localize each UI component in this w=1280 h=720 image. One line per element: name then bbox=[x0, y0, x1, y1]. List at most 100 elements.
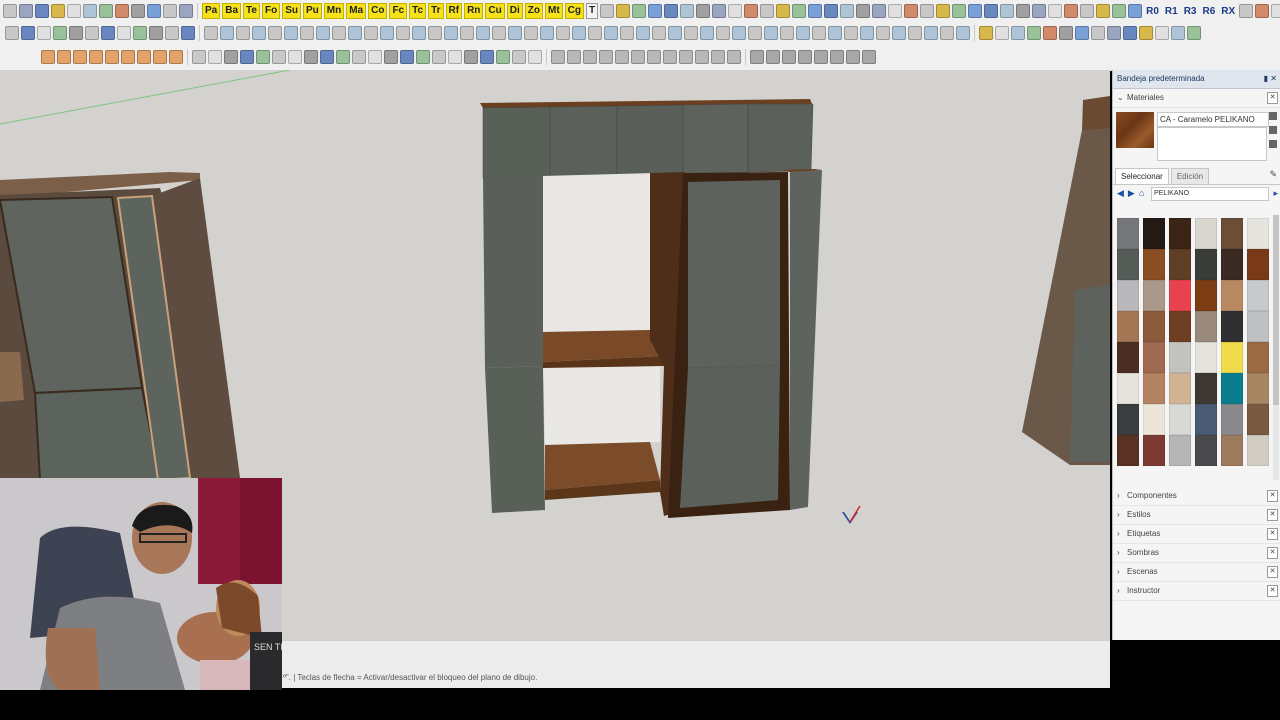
material-swatch[interactable] bbox=[1143, 280, 1165, 311]
toolbar-shortcut-button[interactable]: Zo bbox=[524, 3, 543, 19]
close-icon[interactable]: ✕ bbox=[1267, 509, 1278, 521]
toolbar-icon[interactable] bbox=[924, 26, 938, 40]
toolbar-icon[interactable] bbox=[1011, 26, 1025, 40]
toolbar-icon[interactable] bbox=[1187, 26, 1201, 40]
toolbar-icon[interactable] bbox=[1091, 26, 1105, 40]
toolbar-shortcut-button[interactable]: Rn bbox=[464, 3, 484, 19]
close-icon[interactable]: ✕ bbox=[1267, 547, 1278, 559]
toolbar-icon[interactable] bbox=[808, 4, 823, 18]
toolbar-icon[interactable] bbox=[240, 50, 254, 64]
toolbar-shortcut-button[interactable]: Mn bbox=[323, 3, 345, 19]
toolbar-icon[interactable] bbox=[1043, 26, 1057, 40]
toolbar-icon[interactable] bbox=[716, 26, 730, 40]
toolbar-icon[interactable] bbox=[336, 50, 350, 64]
toolbar-icon[interactable] bbox=[1048, 4, 1063, 18]
toolbar-icon[interactable] bbox=[844, 26, 858, 40]
toolbar-icon[interactable] bbox=[3, 4, 17, 18]
close-icon[interactable]: ✕ bbox=[1267, 92, 1278, 104]
toolbar-icon[interactable] bbox=[53, 26, 67, 40]
toolbar-icon[interactable] bbox=[236, 26, 250, 40]
material-swatch[interactable] bbox=[1117, 342, 1139, 373]
toolbar-icon[interactable] bbox=[830, 50, 844, 64]
toolbar-icon[interactable] bbox=[352, 50, 366, 64]
material-swatch[interactable] bbox=[1169, 404, 1191, 435]
material-swatch[interactable] bbox=[1195, 373, 1217, 404]
toolbar-icon[interactable] bbox=[1064, 4, 1079, 18]
material-swatch[interactable] bbox=[1195, 311, 1217, 342]
toolbar-icon[interactable] bbox=[1096, 4, 1111, 18]
toolbar-icon[interactable] bbox=[284, 26, 298, 40]
toolbar-icon[interactable] bbox=[37, 26, 51, 40]
section-sombras[interactable]: › Sombras ✕ bbox=[1113, 544, 1280, 563]
toolbar-icon[interactable] bbox=[1139, 26, 1153, 40]
toolbar-icon[interactable] bbox=[69, 26, 83, 40]
toolbar-r-button[interactable]: R3 bbox=[1184, 6, 1197, 17]
toolbar-icon[interactable] bbox=[51, 4, 65, 18]
toolbar-icon[interactable] bbox=[1000, 4, 1015, 18]
toolbar-icon[interactable] bbox=[268, 26, 282, 40]
material-swatch[interactable] bbox=[1143, 311, 1165, 342]
toolbar-icon[interactable] bbox=[583, 50, 597, 64]
material-swatch[interactable] bbox=[1143, 218, 1165, 249]
toolbar-r-button[interactable]: R6 bbox=[1203, 6, 1216, 17]
toolbar-icon[interactable] bbox=[1027, 26, 1041, 40]
toolbar-shortcut-button[interactable]: Te bbox=[243, 3, 260, 19]
sample-paint-icon[interactable] bbox=[1269, 140, 1277, 148]
toolbar-shortcut-button[interactable]: Tc bbox=[409, 3, 427, 19]
toolbar-icon[interactable] bbox=[727, 50, 741, 64]
toolbar-icon[interactable] bbox=[616, 4, 631, 18]
toolbar-icon[interactable] bbox=[1080, 4, 1095, 18]
toolbar-icon[interactable] bbox=[792, 4, 807, 18]
pin-icon[interactable]: ▮ ✕ bbox=[1264, 70, 1277, 88]
material-swatch[interactable] bbox=[1221, 218, 1243, 249]
material-swatch[interactable] bbox=[1247, 373, 1269, 404]
toolbar-icon[interactable] bbox=[872, 4, 887, 18]
material-swatch[interactable] bbox=[1221, 435, 1243, 466]
toolbar-icon[interactable] bbox=[728, 4, 743, 18]
material-swatch[interactable] bbox=[1195, 404, 1217, 435]
toolbar-shortcut-button[interactable]: Di bbox=[506, 3, 523, 19]
toolbar-icon[interactable] bbox=[764, 26, 778, 40]
material-swatch[interactable] bbox=[1169, 280, 1191, 311]
material-swatch[interactable] bbox=[1221, 249, 1243, 280]
material-swatch[interactable] bbox=[1117, 435, 1139, 466]
toolbar-icon[interactable] bbox=[1171, 26, 1185, 40]
toolbar-icon[interactable] bbox=[700, 26, 714, 40]
material-swatch[interactable] bbox=[1247, 435, 1269, 466]
toolbar-shortcut-button[interactable]: Rf bbox=[445, 3, 463, 19]
toolbar-icon[interactable] bbox=[57, 50, 71, 64]
toolbar-icon[interactable] bbox=[133, 26, 147, 40]
toolbar-icon[interactable] bbox=[528, 50, 542, 64]
toolbar-icon[interactable] bbox=[796, 26, 810, 40]
material-swatch[interactable] bbox=[1117, 280, 1139, 311]
toolbar-icon[interactable] bbox=[860, 26, 874, 40]
material-swatch[interactable] bbox=[1117, 404, 1139, 435]
toolbar-shortcut-button[interactable]: Cu bbox=[485, 3, 505, 19]
toolbar-icon[interactable] bbox=[73, 50, 87, 64]
toolbar-icon[interactable] bbox=[165, 26, 179, 40]
tab-select[interactable]: Seleccionar bbox=[1115, 168, 1169, 184]
material-name-field[interactable]: CA - Caramelo PELIKANO bbox=[1157, 112, 1269, 127]
material-swatch[interactable] bbox=[1247, 249, 1269, 280]
section-instructor[interactable]: › Instructor ✕ bbox=[1113, 582, 1280, 601]
toolbar-icon[interactable] bbox=[89, 50, 103, 64]
material-swatch[interactable] bbox=[1221, 342, 1243, 373]
toolbar-icon[interactable] bbox=[631, 50, 645, 64]
material-swatch[interactable] bbox=[1247, 311, 1269, 342]
toolbar-shortcut-button[interactable]: Su bbox=[282, 3, 301, 19]
toolbar-icon[interactable] bbox=[760, 4, 775, 18]
toolbar-icon[interactable] bbox=[448, 50, 462, 64]
toolbar-icon[interactable] bbox=[663, 50, 677, 64]
tab-edit[interactable]: Edición bbox=[1170, 168, 1210, 184]
close-icon[interactable]: ✕ bbox=[1267, 490, 1278, 502]
toolbar-icon[interactable] bbox=[780, 26, 794, 40]
section-componentes[interactable]: › Componentes ✕ bbox=[1113, 487, 1280, 506]
material-swatch[interactable] bbox=[1169, 218, 1191, 249]
close-icon[interactable]: ✕ bbox=[1267, 528, 1278, 540]
toolbar-icon[interactable] bbox=[856, 4, 871, 18]
toolbar-icon[interactable] bbox=[1239, 4, 1254, 18]
toolbar-icon[interactable] bbox=[920, 4, 935, 18]
toolbar-icon[interactable] bbox=[204, 26, 218, 40]
toolbar-shortcut-button[interactable]: Ma bbox=[346, 3, 367, 19]
toolbar-icon[interactable] bbox=[588, 26, 602, 40]
